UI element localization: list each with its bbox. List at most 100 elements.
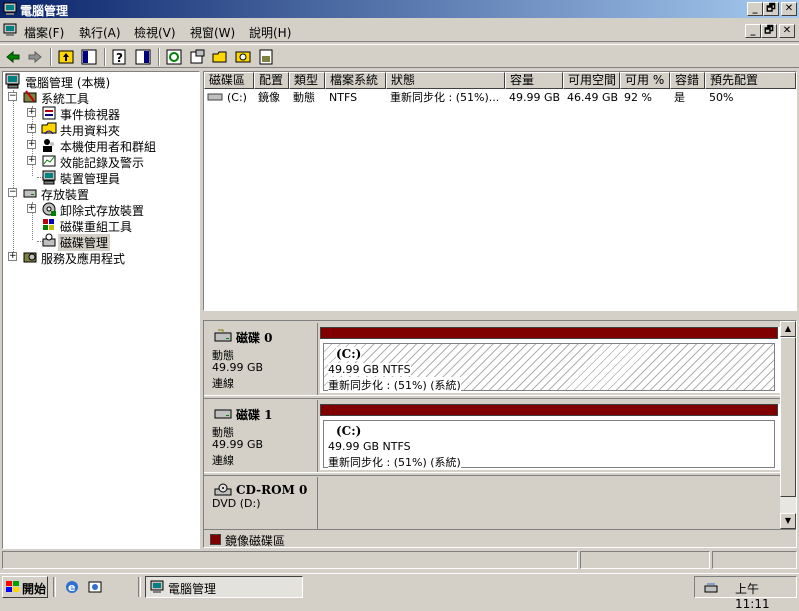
taskbar: 開始 e 電腦管理 上午 11:11 — [0, 573, 799, 611]
computer-icon — [3, 2, 17, 15]
volume-list: 磁碟區 配置 類型 檔案系統 狀態 容量 可用空間 可用 % 容錯 預先配置 (… — [203, 71, 797, 311]
internet-explorer-icon[interactable]: e — [64, 579, 80, 595]
partition-size: 49.99 GB NTFS — [328, 440, 411, 453]
console-menu-icon[interactable] — [3, 23, 17, 37]
child-restore-button[interactable]: 🗗 — [761, 24, 777, 38]
menu-action[interactable]: 執行(A) — [79, 24, 121, 41]
refresh-icon[interactable] — [165, 48, 183, 66]
col-volume[interactable]: 磁碟區 — [204, 72, 254, 89]
cell-status: 重新同步化 : (51%)... — [390, 91, 500, 104]
child-close-button[interactable]: ✕ — [779, 24, 795, 38]
partition-label: (C:) — [336, 347, 362, 361]
menu-window[interactable]: 視窗(W) — [190, 24, 235, 41]
col-free-space[interactable]: 可用空間 — [563, 72, 620, 89]
cell-layout: 鏡像 — [258, 91, 280, 104]
expand-icon[interactable]: + — [27, 108, 36, 117]
col-layout[interactable]: 配置 — [254, 72, 289, 89]
scroll-thumb[interactable] — [780, 337, 796, 497]
tree-item-services[interactable]: + 服務及應用程式 — [8, 249, 198, 266]
console-icon[interactable] — [134, 48, 152, 66]
tree-item-removable-storage[interactable]: + 卸除式存放裝置 — [27, 201, 197, 218]
status-panel-2 — [580, 551, 710, 569]
col-filesystem[interactable]: 檔案系統 — [325, 72, 386, 89]
tree-label: 服務及應用程式 — [41, 252, 126, 266]
expand-icon[interactable]: + — [27, 124, 36, 133]
tree-root[interactable]: 電腦管理 (本機) — [5, 73, 195, 90]
disk-management-icon — [42, 233, 56, 247]
cell-free-percent: 92 % — [624, 91, 652, 104]
menu-file[interactable]: 檔案(F) — [24, 24, 64, 41]
disk-0-info[interactable]: 磁碟 0 動態 49.99 GB 連線 — [206, 323, 318, 395]
computer-management-window: 電腦管理 _ 🗗 ✕ 檔案(F) 執行(A) 檢視(V) 視窗(W) 說明(H)… — [0, 0, 799, 573]
tree-item-event-viewer[interactable]: + 事件檢視器 — [27, 105, 197, 122]
child-minimize-button[interactable]: _ — [745, 24, 761, 38]
properties-icon[interactable] — [188, 48, 206, 66]
disk-1-partition[interactable]: (C:) 49.99 GB NTFS 重新同步化 : (51%) (系統) — [320, 404, 780, 470]
expand-icon[interactable]: + — [27, 140, 36, 149]
tree-item-device-manager[interactable]: 裝置管理員 — [27, 169, 197, 186]
tree-item-perf-logs[interactable]: + 效能記錄及警示 — [27, 153, 197, 170]
col-capacity[interactable]: 容量 — [505, 72, 563, 89]
start-button[interactable]: 開始 — [2, 576, 48, 598]
up-folder-icon[interactable] — [57, 48, 75, 66]
removable-storage-icon — [42, 202, 56, 216]
tree-item-disk-management[interactable]: 磁碟管理 — [27, 233, 197, 251]
status-panel-3 — [712, 551, 797, 569]
menu-view[interactable]: 檢視(V) — [134, 24, 176, 41]
status-bar — [0, 551, 799, 571]
search-icon[interactable] — [234, 48, 252, 66]
scroll-up-button[interactable]: ▲ — [780, 321, 796, 337]
expand-icon[interactable]: + — [27, 156, 36, 165]
windows-flag-icon — [6, 581, 19, 592]
back-arrow-icon[interactable] — [4, 48, 22, 66]
cell-type: 動態 — [293, 91, 315, 104]
open-icon[interactable] — [211, 48, 229, 66]
disk-0-partition[interactable]: (C:) 49.99 GB NTFS 重新同步化 : (51%) (系統) — [320, 327, 780, 393]
tree-item-local-users[interactable]: + 本機使用者和群組 — [27, 137, 197, 154]
scroll-down-button[interactable]: ▼ — [780, 513, 796, 529]
disk-size: 49.99 GB — [212, 361, 264, 374]
title-bar[interactable]: 電腦管理 _ 🗗 ✕ — [0, 0, 799, 18]
restore-button[interactable]: 🗗 — [763, 2, 779, 16]
help-icon[interactable]: ? — [111, 48, 129, 66]
partition-state: 重新同步化 : (51%) (系統) — [328, 377, 461, 393]
start-label: 開始 — [22, 582, 47, 596]
window-title: 電腦管理 — [20, 4, 69, 18]
vertical-scrollbar[interactable]: ▲ ▼ — [780, 321, 796, 531]
network-icon[interactable] — [703, 580, 719, 596]
legend-bar: 鏡像磁碟區 — [204, 529, 796, 547]
cdrom-0-info[interactable]: CD-ROM 0 DVD (D:) — [206, 477, 318, 531]
tree-item-system-tools[interactable]: − 系統工具 — [8, 89, 198, 106]
collapse-icon[interactable]: − — [8, 92, 17, 101]
disk-size: 49.99 GB — [212, 438, 264, 451]
forward-arrow-icon[interactable] — [26, 48, 44, 66]
clock[interactable]: 上午 11:11 — [735, 580, 796, 611]
expand-icon[interactable]: + — [27, 204, 36, 213]
col-type[interactable]: 類型 — [289, 72, 325, 89]
col-overhead[interactable]: 預先配置 — [705, 72, 796, 89]
disk-1-info[interactable]: 磁碟 1 動態 49.99 GB 連線 — [206, 400, 318, 472]
volume-drive-icon — [207, 93, 223, 101]
close-button[interactable]: ✕ — [781, 2, 797, 16]
menu-bar: 檔案(F) 執行(A) 檢視(V) 視窗(W) 說明(H) — [0, 20, 799, 42]
tree-item-defrag[interactable]: 磁碟重組工具 — [27, 217, 197, 234]
menu-help[interactable]: 說明(H) — [249, 24, 291, 41]
outlook-express-icon[interactable] — [87, 579, 103, 595]
partition-box[interactable]: (C:) 49.99 GB NTFS 重新同步化 : (51%) (系統) — [323, 420, 775, 470]
show-hide-tree-icon[interactable] — [80, 48, 98, 66]
status-panel-main — [2, 551, 578, 569]
volume-list-header: 磁碟區 配置 類型 檔案系統 狀態 容量 可用空間 可用 % 容錯 預先配置 — [204, 72, 796, 89]
col-fault-tolerance[interactable]: 容錯 — [670, 72, 705, 89]
tree-item-shared-folders[interactable]: + 共用資料夾 — [27, 121, 197, 138]
col-status[interactable]: 狀態 — [386, 72, 505, 89]
minimize-button[interactable]: _ — [747, 2, 763, 16]
collapse-icon[interactable]: − — [8, 188, 17, 197]
disk-name: 磁碟 1 — [236, 408, 273, 422]
taskbar-button-computer-management[interactable]: 電腦管理 — [145, 576, 303, 598]
cell-overhead: 50% — [709, 91, 734, 104]
expand-icon[interactable]: + — [8, 252, 17, 261]
col-free-percent[interactable]: 可用 % — [620, 72, 670, 89]
tree-item-storage[interactable]: − 存放裝置 — [8, 185, 198, 202]
partition-box-selected[interactable]: (C:) 49.99 GB NTFS 重新同步化 : (51%) (系統) — [323, 343, 775, 393]
export-icon[interactable] — [257, 48, 275, 66]
